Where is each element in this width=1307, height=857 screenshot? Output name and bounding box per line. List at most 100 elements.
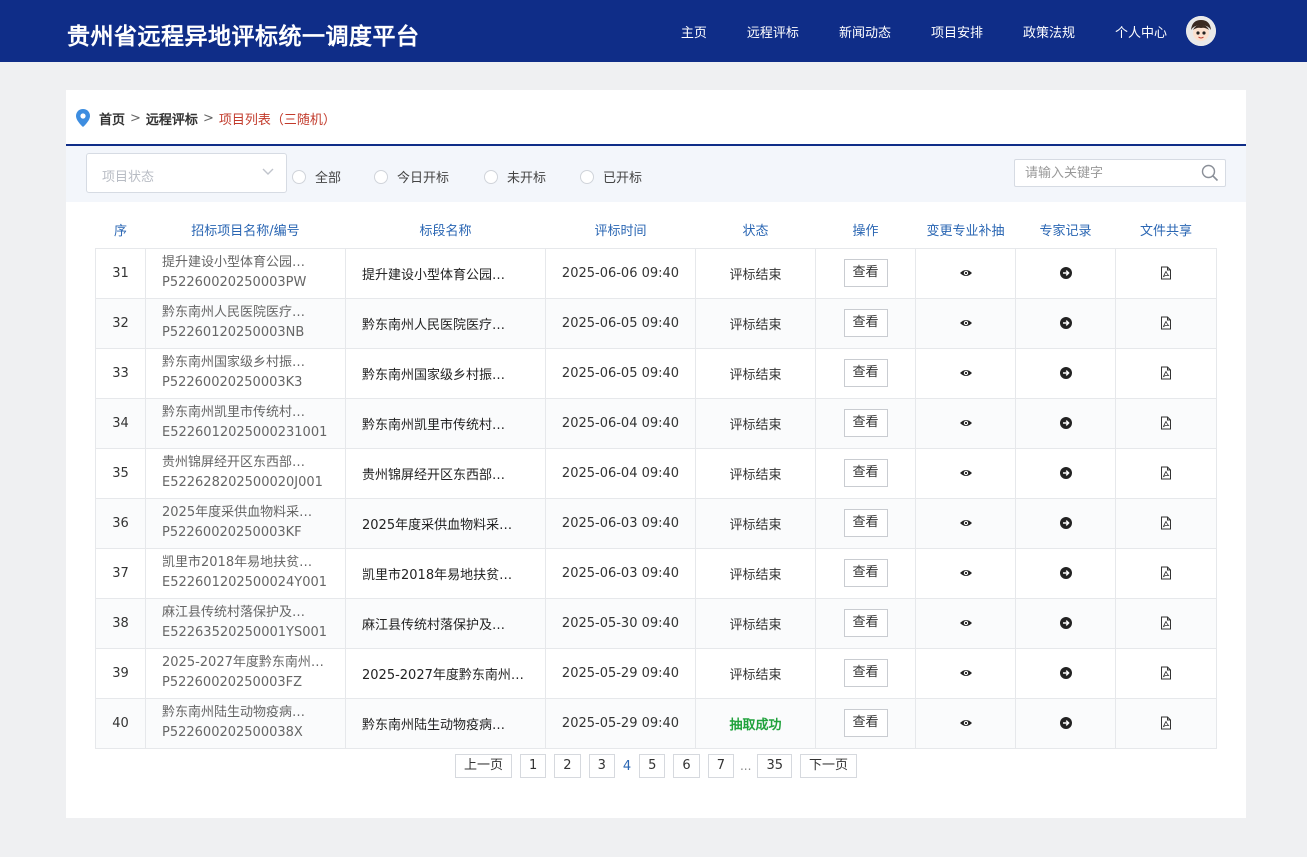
project-code: E522601202500024Y001 [162, 575, 328, 590]
eye-icon[interactable] [959, 416, 973, 430]
arrow-circle-right-icon[interactable] [1059, 716, 1073, 730]
view-button[interactable]: 查看 [843, 509, 888, 537]
page-7-button[interactable]: 7 [707, 754, 734, 778]
project-code: P52260020250003K3 [162, 375, 303, 390]
col-header-file-share: 文件共享 [1139, 224, 1192, 240]
chevron-down-icon [262, 168, 274, 175]
view-button[interactable]: 查看 [843, 559, 888, 587]
pdf-file-icon[interactable] [1159, 466, 1173, 480]
action-cell: 查看 [815, 297, 916, 349]
arrow-circle-right-icon[interactable] [1059, 616, 1073, 630]
resample-cell [915, 647, 1016, 699]
project-name: 贵州锦屏经开区东西部… [162, 455, 306, 470]
project-status-select[interactable]: 项目状态 [86, 153, 287, 193]
search-icon[interactable] [1201, 164, 1219, 182]
arrow-circle-right-icon[interactable] [1059, 466, 1073, 480]
user-avatar[interactable] [1186, 16, 1216, 46]
view-button[interactable]: 查看 [843, 709, 888, 737]
radio-label: 已开标 [603, 171, 643, 186]
eye-icon[interactable] [959, 366, 973, 380]
view-button[interactable]: 查看 [843, 409, 888, 437]
nav-personal-center[interactable]: 个人中心 [1115, 22, 1167, 41]
arrow-circle-right-icon[interactable] [1059, 266, 1073, 280]
radio-today[interactable]: 今日开标 [374, 167, 449, 186]
page-3-button[interactable]: 3 [588, 754, 615, 778]
page-last-button[interactable]: 35 [757, 754, 792, 778]
arrow-circle-right-icon[interactable] [1059, 366, 1073, 380]
view-button[interactable]: 查看 [843, 359, 888, 387]
col-header-section: 标段名称 [419, 224, 472, 240]
prev-page-button[interactable]: 上一页 [455, 754, 513, 778]
radio-all[interactable]: 全部 [292, 167, 341, 186]
status-text: 评标结束 [695, 397, 816, 449]
view-button[interactable]: 查看 [843, 659, 888, 687]
review-time: 2025-05-30 09:40 [545, 597, 696, 649]
file-share-cell [1115, 247, 1217, 299]
eye-icon[interactable] [959, 316, 973, 330]
nav-home[interactable]: 主页 [681, 22, 707, 41]
expert-record-cell [1015, 347, 1116, 399]
eye-icon[interactable] [959, 566, 973, 580]
arrow-circle-right-icon[interactable] [1059, 566, 1073, 580]
page-6-button[interactable]: 6 [673, 754, 700, 778]
top-navbar: 贵州省远程异地评标统一调度平台 主页 远程评标 新闻动态 项目安排 政策法规 个… [0, 0, 1307, 62]
view-button[interactable]: 查看 [843, 259, 888, 287]
review-time: 2025-05-29 09:40 [545, 697, 696, 749]
page-5-button[interactable]: 5 [639, 754, 666, 778]
pdf-file-icon[interactable] [1159, 666, 1173, 680]
search-input[interactable] [1015, 160, 1195, 186]
section-name: 2025年度采供血物料采… [345, 497, 546, 549]
radio-opened[interactable]: 已开标 [580, 167, 642, 186]
platform-title: 贵州省远程异地评标统一调度平台 [67, 24, 420, 50]
action-cell: 查看 [815, 497, 916, 549]
eye-icon[interactable] [959, 716, 973, 730]
pdf-file-icon[interactable] [1159, 516, 1173, 530]
pdf-file-icon[interactable] [1159, 416, 1173, 430]
pdf-file-icon[interactable] [1159, 366, 1173, 380]
pdf-file-icon[interactable] [1159, 266, 1173, 280]
nav-remote-review[interactable]: 远程评标 [747, 22, 799, 41]
project-code: P52260020250003PW [162, 275, 307, 290]
project-code: E522628202500020J001 [162, 475, 323, 490]
view-button[interactable]: 查看 [843, 609, 888, 637]
eye-icon[interactable] [959, 266, 973, 280]
nav-policy[interactable]: 政策法规 [1023, 22, 1075, 41]
next-page-button[interactable]: 下一页 [799, 754, 857, 778]
radio-label: 今日开标 [397, 171, 450, 186]
project-code: P522600202500038X [162, 725, 303, 740]
action-cell: 查看 [815, 647, 916, 699]
arrow-circle-right-icon[interactable] [1059, 516, 1073, 530]
view-button[interactable]: 查看 [843, 309, 888, 337]
table-row: 37 凯里市2018年易地扶贫… E522601202500024Y001 凯里市20… [95, 547, 1217, 599]
eye-icon[interactable] [959, 666, 973, 680]
view-button[interactable]: 查看 [843, 459, 888, 487]
pdf-file-icon[interactable] [1159, 316, 1173, 330]
table-row: 33 黔东南州国家级乡村振… P52260020250003K3 黔东南州国家级乡村振… [95, 347, 1217, 399]
content-panel: 首页 > 远程评标 > 项目列表（三随机） 项目状态 全部 今日开标 未开标 已… [66, 90, 1246, 818]
status-text: 评标结束 [695, 347, 816, 399]
nav-news[interactable]: 新闻动态 [839, 22, 891, 41]
breadcrumb-remote-review[interactable]: 远程评标 [146, 109, 198, 128]
action-cell: 查看 [815, 347, 916, 399]
eye-icon[interactable] [959, 466, 973, 480]
breadcrumb-home[interactable]: 首页 [99, 109, 125, 128]
pdf-file-icon[interactable] [1159, 616, 1173, 630]
nav-schedule[interactable]: 项目安排 [931, 22, 983, 41]
arrow-circle-right-icon[interactable] [1059, 666, 1073, 680]
status-text: 评标结束 [695, 447, 816, 499]
page-2-button[interactable]: 2 [554, 754, 581, 778]
table-row: 38 麻江县传统村落保护及… E52263520250001YS001 麻江县传统村落… [95, 597, 1217, 649]
arrow-circle-right-icon[interactable] [1059, 316, 1073, 330]
project-name: 提升建设小型体育公园… [162, 255, 306, 270]
expert-record-cell [1015, 397, 1116, 449]
file-share-cell [1115, 397, 1217, 449]
eye-icon[interactable] [959, 616, 973, 630]
pdf-file-icon[interactable] [1159, 716, 1173, 730]
pdf-file-icon[interactable] [1159, 566, 1173, 580]
arrow-circle-right-icon[interactable] [1059, 416, 1073, 430]
radio-not-opened[interactable]: 未开标 [484, 167, 546, 186]
eye-icon[interactable] [959, 516, 973, 530]
resample-cell [915, 547, 1016, 599]
page-1-button[interactable]: 1 [520, 754, 547, 778]
section-name: 提升建设小型体育公园… [345, 247, 546, 299]
